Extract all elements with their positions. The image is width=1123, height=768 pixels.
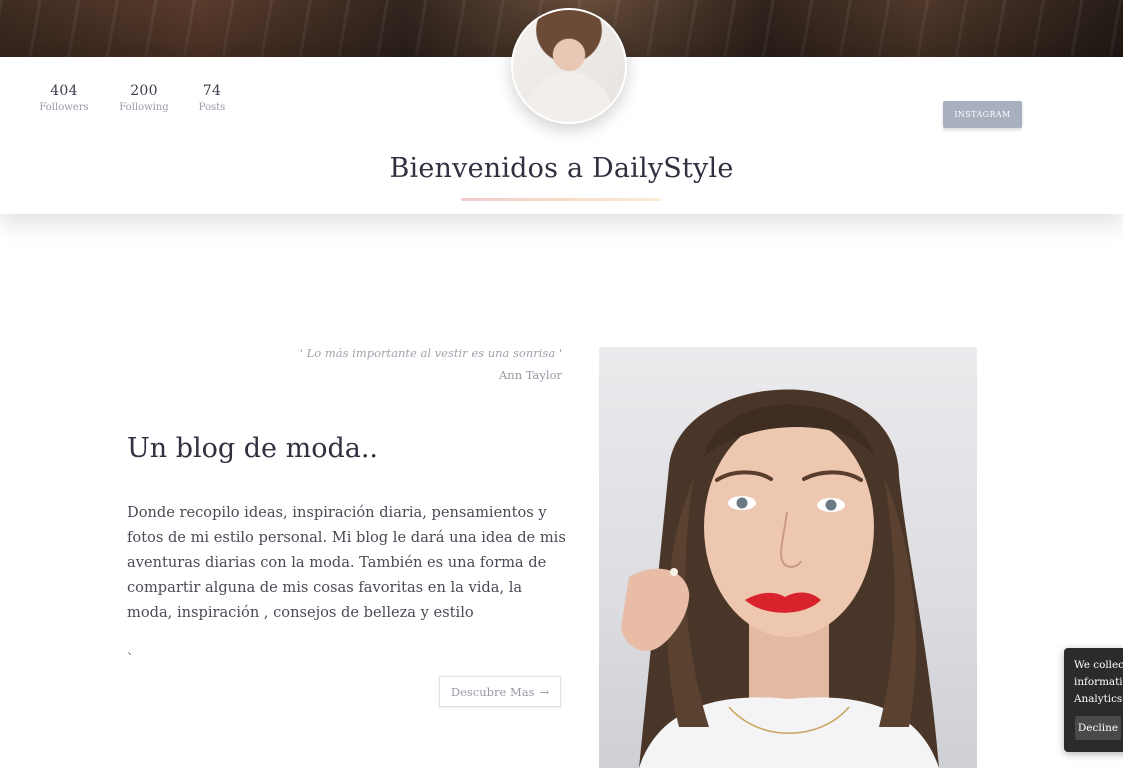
cookie-decline-button[interactable]: Decline [1075,716,1121,740]
intro-paragraph: Donde recopilo ideas, inspiración diaria… [127,504,566,621]
arrow-right-icon: → [539,684,550,699]
cookie-line: Analytics. [1074,693,1123,705]
posts-label: Posts [198,102,226,113]
discover-more-button[interactable]: Descubre Mas → [439,676,561,707]
stray-backtick: ` [127,652,134,667]
discover-more-label: Descubre Mas [450,684,535,699]
quote-text: ' Lo más importante al vestir es una son… [299,346,562,360]
posts-stat[interactable]: 74 Posts [172,83,252,113]
instagram-button[interactable]: INSTAGRAM [943,101,1022,128]
title-underline [461,198,661,201]
cookie-line: We collect [1074,659,1123,671]
quote-author: Ann Taylor [498,368,562,382]
site-title: Bienvenidos a DailyStyle [389,153,734,184]
cookie-notice: We collect informatio Analytics. Decline [1064,648,1123,752]
followers-count: 404 [50,83,78,99]
cookie-line: informatio [1074,676,1123,688]
cookie-text: We collect informatio Analytics. [1074,657,1123,708]
profile-avatar[interactable] [511,8,627,124]
portrait-photo [599,347,977,768]
posts-count: 74 [202,83,222,99]
followers-stat[interactable]: 404 Followers [24,83,104,113]
section-heading: Un blog de moda.. [127,433,379,464]
followers-label: Followers [39,102,89,113]
